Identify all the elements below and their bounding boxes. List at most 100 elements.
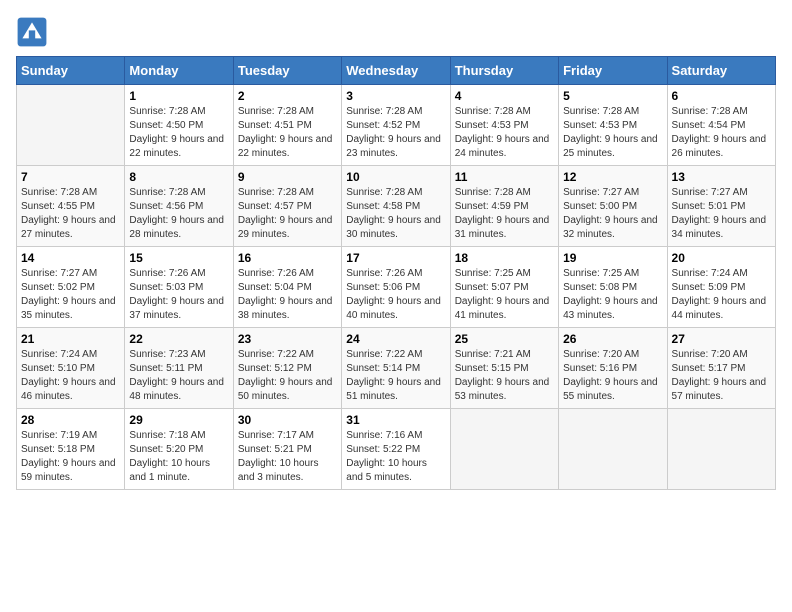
sunrise-label: Sunrise: 7:23 AM [129,349,205,360]
cell-info: Sunrise: 7:26 AM Sunset: 5:06 PM Dayligh… [346,267,445,323]
sunrise-label: Sunrise: 7:28 AM [346,187,422,198]
sunrise-label: Sunrise: 7:28 AM [238,106,314,117]
cell-info: Sunrise: 7:19 AM Sunset: 5:18 PM Dayligh… [21,429,120,485]
day-number: 23 [238,332,337,346]
cell-info: Sunrise: 7:28 AM Sunset: 4:59 PM Dayligh… [455,186,554,242]
calendar-cell: 7 Sunrise: 7:28 AM Sunset: 4:55 PM Dayli… [17,166,125,247]
cell-info: Sunrise: 7:18 AM Sunset: 5:20 PM Dayligh… [129,429,228,485]
sunset-label: Sunset: 4:59 PM [455,201,529,212]
sunset-label: Sunset: 5:00 PM [563,201,637,212]
sunrise-label: Sunrise: 7:25 AM [455,268,531,279]
cell-info: Sunrise: 7:27 AM Sunset: 5:02 PM Dayligh… [21,267,120,323]
sunrise-label: Sunrise: 7:25 AM [563,268,639,279]
sunset-label: Sunset: 4:58 PM [346,201,420,212]
day-number: 27 [672,332,771,346]
day-number: 16 [238,251,337,265]
calendar-cell: 14 Sunrise: 7:27 AM Sunset: 5:02 PM Dayl… [17,247,125,328]
sunset-label: Sunset: 5:02 PM [21,282,95,293]
day-number: 19 [563,251,662,265]
day-number: 7 [21,170,120,184]
day-number: 21 [21,332,120,346]
calendar-cell: 25 Sunrise: 7:21 AM Sunset: 5:15 PM Dayl… [450,328,558,409]
daylight-label: Daylight: 10 hours and 5 minutes. [346,458,427,483]
daylight-label: Daylight: 9 hours and 26 minutes. [672,134,767,159]
sunset-label: Sunset: 5:09 PM [672,282,746,293]
day-number: 30 [238,413,337,427]
sunrise-label: Sunrise: 7:28 AM [129,187,205,198]
sunset-label: Sunset: 5:15 PM [455,363,529,374]
sunset-label: Sunset: 4:56 PM [129,201,203,212]
week-row-3: 14 Sunrise: 7:27 AM Sunset: 5:02 PM Dayl… [17,247,776,328]
daylight-label: Daylight: 9 hours and 29 minutes. [238,215,333,240]
sunrise-label: Sunrise: 7:17 AM [238,430,314,441]
sunset-label: Sunset: 5:17 PM [672,363,746,374]
cell-info: Sunrise: 7:22 AM Sunset: 5:12 PM Dayligh… [238,348,337,404]
cell-info: Sunrise: 7:25 AM Sunset: 5:07 PM Dayligh… [455,267,554,323]
cell-info: Sunrise: 7:28 AM Sunset: 4:52 PM Dayligh… [346,105,445,161]
calendar-cell: 12 Sunrise: 7:27 AM Sunset: 5:00 PM Dayl… [559,166,667,247]
day-number: 29 [129,413,228,427]
col-header-monday: Monday [125,57,233,85]
logo [16,16,52,48]
sunrise-label: Sunrise: 7:20 AM [672,349,748,360]
day-number: 10 [346,170,445,184]
daylight-label: Daylight: 10 hours and 1 minute. [129,458,210,483]
sunrise-label: Sunrise: 7:28 AM [455,187,531,198]
day-number: 15 [129,251,228,265]
sunrise-label: Sunrise: 7:24 AM [21,349,97,360]
cell-info: Sunrise: 7:28 AM Sunset: 4:56 PM Dayligh… [129,186,228,242]
day-number: 9 [238,170,337,184]
calendar-cell: 4 Sunrise: 7:28 AM Sunset: 4:53 PM Dayli… [450,85,558,166]
daylight-label: Daylight: 9 hours and 43 minutes. [563,296,658,321]
day-number: 26 [563,332,662,346]
sunset-label: Sunset: 5:01 PM [672,201,746,212]
calendar-cell: 20 Sunrise: 7:24 AM Sunset: 5:09 PM Dayl… [667,247,775,328]
calendar-cell: 23 Sunrise: 7:22 AM Sunset: 5:12 PM Dayl… [233,328,341,409]
sunrise-label: Sunrise: 7:26 AM [238,268,314,279]
sunrise-label: Sunrise: 7:26 AM [346,268,422,279]
day-number: 3 [346,89,445,103]
calendar-cell: 8 Sunrise: 7:28 AM Sunset: 4:56 PM Dayli… [125,166,233,247]
sunrise-label: Sunrise: 7:28 AM [563,106,639,117]
col-header-tuesday: Tuesday [233,57,341,85]
daylight-label: Daylight: 10 hours and 3 minutes. [238,458,319,483]
daylight-label: Daylight: 9 hours and 51 minutes. [346,377,441,402]
sunrise-label: Sunrise: 7:22 AM [238,349,314,360]
cell-info: Sunrise: 7:20 AM Sunset: 5:16 PM Dayligh… [563,348,662,404]
cell-info: Sunrise: 7:28 AM Sunset: 4:57 PM Dayligh… [238,186,337,242]
header [16,16,776,48]
daylight-label: Daylight: 9 hours and 38 minutes. [238,296,333,321]
sunset-label: Sunset: 4:52 PM [346,120,420,131]
day-number: 4 [455,89,554,103]
daylight-label: Daylight: 9 hours and 55 minutes. [563,377,658,402]
sunrise-label: Sunrise: 7:28 AM [346,106,422,117]
sunrise-label: Sunrise: 7:24 AM [672,268,748,279]
daylight-label: Daylight: 9 hours and 22 minutes. [238,134,333,159]
calendar-cell: 19 Sunrise: 7:25 AM Sunset: 5:08 PM Dayl… [559,247,667,328]
day-number: 17 [346,251,445,265]
calendar-cell [450,409,558,490]
day-number: 1 [129,89,228,103]
calendar-cell: 2 Sunrise: 7:28 AM Sunset: 4:51 PM Dayli… [233,85,341,166]
sunset-label: Sunset: 5:12 PM [238,363,312,374]
day-number: 25 [455,332,554,346]
day-number: 6 [672,89,771,103]
calendar-cell: 17 Sunrise: 7:26 AM Sunset: 5:06 PM Dayl… [342,247,450,328]
sunrise-label: Sunrise: 7:21 AM [455,349,531,360]
cell-info: Sunrise: 7:28 AM Sunset: 4:53 PM Dayligh… [563,105,662,161]
daylight-label: Daylight: 9 hours and 46 minutes. [21,377,116,402]
daylight-label: Daylight: 9 hours and 27 minutes. [21,215,116,240]
calendar-cell [559,409,667,490]
sunset-label: Sunset: 5:04 PM [238,282,312,293]
calendar-cell: 22 Sunrise: 7:23 AM Sunset: 5:11 PM Dayl… [125,328,233,409]
sunset-label: Sunset: 4:55 PM [21,201,95,212]
cell-info: Sunrise: 7:27 AM Sunset: 5:01 PM Dayligh… [672,186,771,242]
cell-info: Sunrise: 7:28 AM Sunset: 4:50 PM Dayligh… [129,105,228,161]
day-number: 20 [672,251,771,265]
calendar-cell: 21 Sunrise: 7:24 AM Sunset: 5:10 PM Dayl… [17,328,125,409]
calendar-cell: 29 Sunrise: 7:18 AM Sunset: 5:20 PM Dayl… [125,409,233,490]
cell-info: Sunrise: 7:26 AM Sunset: 5:04 PM Dayligh… [238,267,337,323]
cell-info: Sunrise: 7:17 AM Sunset: 5:21 PM Dayligh… [238,429,337,485]
col-header-saturday: Saturday [667,57,775,85]
sunset-label: Sunset: 5:20 PM [129,444,203,455]
